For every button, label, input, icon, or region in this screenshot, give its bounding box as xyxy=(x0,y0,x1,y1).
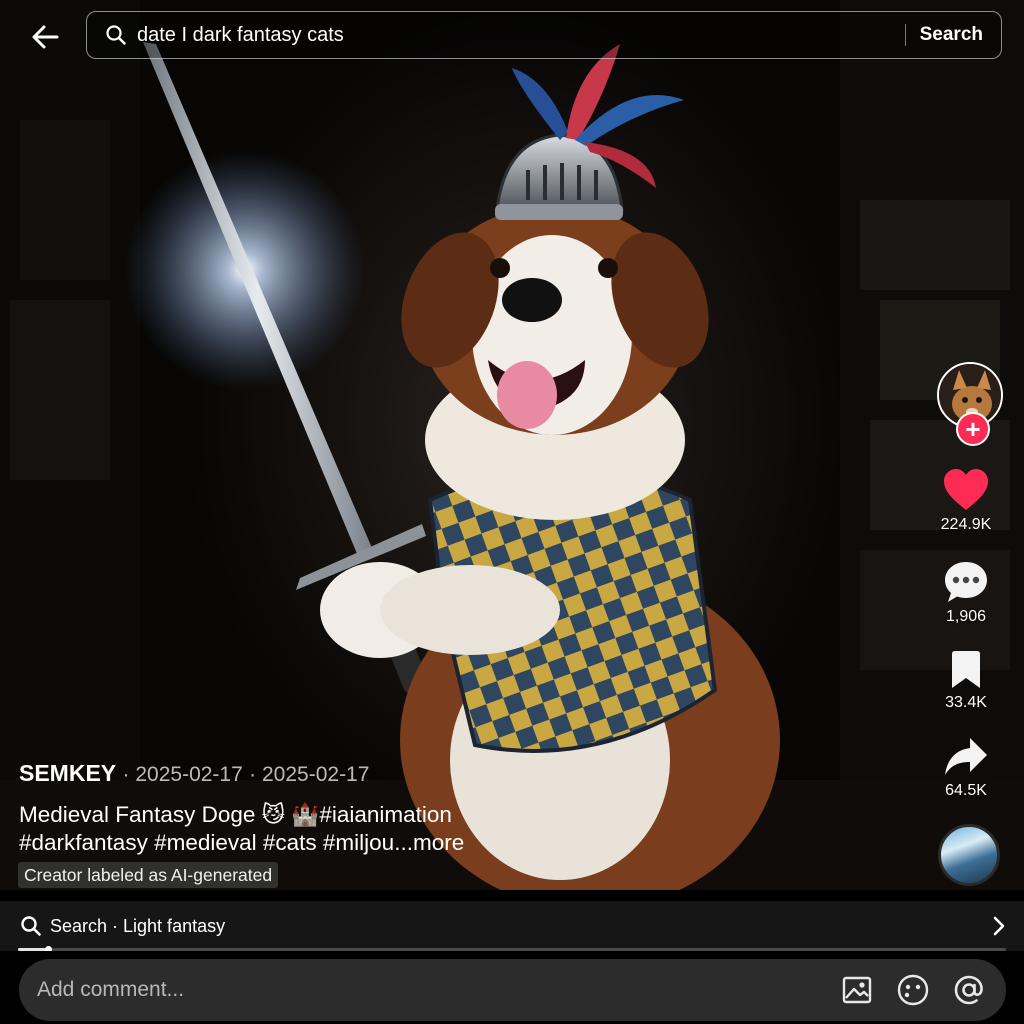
author-name[interactable]: SEMKEY xyxy=(19,760,116,786)
video-frame[interactable] xyxy=(0,0,1024,890)
comment-button[interactable]: 1,906 xyxy=(926,560,1006,626)
like-count: 224.9K xyxy=(940,516,992,533)
caption-text: Medieval Fantasy Doge 😼 🏰#iaianimation #… xyxy=(19,802,452,855)
at-sign-icon xyxy=(954,975,983,1005)
image-icon xyxy=(842,976,872,1004)
search-query[interactable]: date I dark fantasy cats xyxy=(137,24,905,47)
emoji-button[interactable] xyxy=(894,971,932,1009)
video-illustration xyxy=(0,0,1024,890)
like-button[interactable]: 224.9K xyxy=(926,468,1006,534)
music-disc[interactable] xyxy=(938,824,1000,886)
heart-icon xyxy=(944,469,988,510)
magnifier-icon xyxy=(21,916,41,936)
suggestion-label: Search · Light fantasy xyxy=(50,915,226,936)
follow-button[interactable]: + xyxy=(956,412,990,446)
comment-area xyxy=(0,951,1024,1024)
share-arrow-icon xyxy=(945,738,987,775)
search-suggestion-bar[interactable]: Search · Light fantasy xyxy=(0,901,1024,951)
search-button[interactable]: Search xyxy=(920,24,983,46)
emoji-icon xyxy=(897,974,929,1006)
post-date-secondary: 2025-02-17 xyxy=(262,763,370,786)
mention-button[interactable] xyxy=(950,971,988,1009)
share-button[interactable]: 64.5K xyxy=(926,736,1006,800)
arrow-left-icon xyxy=(32,25,59,49)
image-button[interactable] xyxy=(838,971,876,1009)
magnifier-icon xyxy=(106,25,126,45)
chevron-right-icon xyxy=(993,916,1005,936)
date-separator-1: · xyxy=(122,763,136,786)
author-line: SEMKEY · 2025-02-17 · 2025-02-17 xyxy=(19,760,369,787)
search-divider xyxy=(904,24,906,46)
post-date: 2025-02-17 xyxy=(135,763,243,786)
share-count: 64.5K xyxy=(945,782,987,799)
ai-generated-label: Creator labeled as AI-generated xyxy=(18,862,279,888)
comment-input[interactable] xyxy=(37,978,838,1002)
back-button[interactable] xyxy=(22,14,68,60)
more-link[interactable]: ...more xyxy=(394,830,464,855)
chat-bubble-icon xyxy=(945,562,987,602)
comment-count: 1,906 xyxy=(945,608,987,625)
post-caption[interactable]: Medieval Fantasy Doge 😼 🏰#iaianimation #… xyxy=(19,801,559,857)
comment-bar[interactable] xyxy=(19,959,1006,1021)
bookmark-icon xyxy=(952,651,980,688)
save-button[interactable]: 33.4K xyxy=(926,650,1006,712)
save-count: 33.4K xyxy=(945,694,987,711)
date-separator-2: · xyxy=(249,763,262,786)
search-bar[interactable]: date I dark fantasy cats Search xyxy=(86,11,1002,59)
